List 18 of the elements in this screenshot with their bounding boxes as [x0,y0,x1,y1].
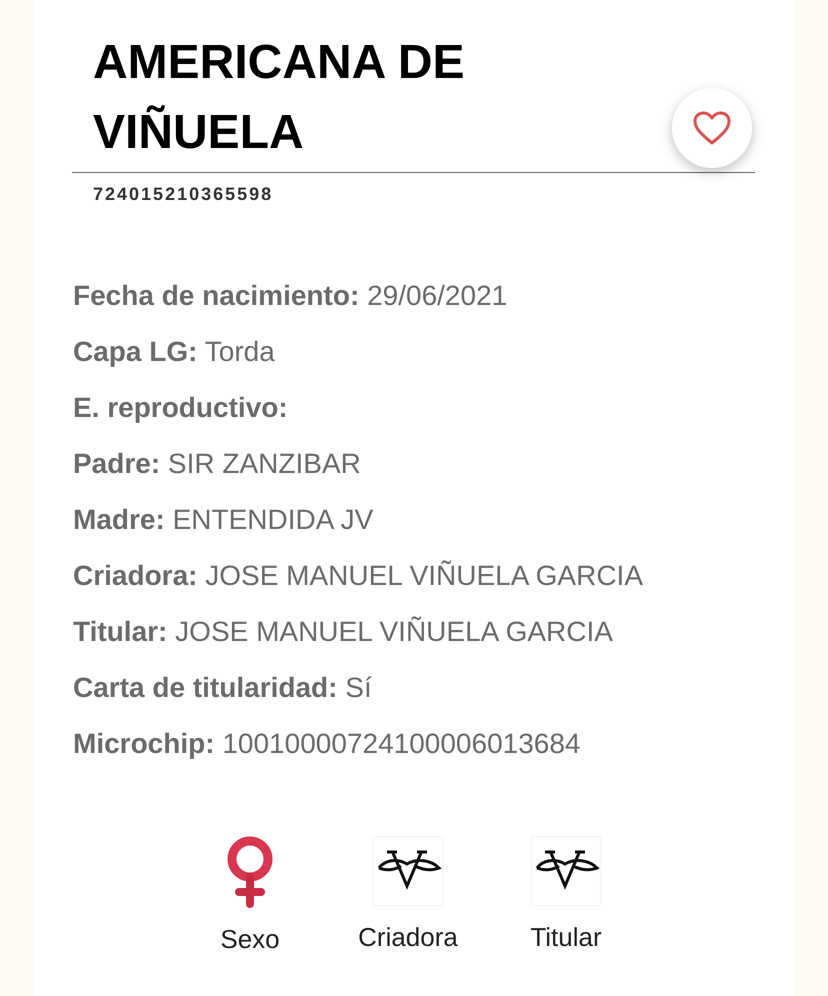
badge-label: Criadora [358,921,458,954]
field-line: Microchip: 10010000724100006013684 [73,727,582,761]
badge-label: Sexo [220,923,280,956]
badge-label: Titular [530,921,602,954]
field-line: Titular: JOSE MANUEL VIÑUELA GARCIA [73,615,614,649]
registration-number: 724015210365598 [93,183,274,206]
field-line: Madre: ENTENDIDA JV [73,503,374,537]
horns-logo-icon [373,836,443,906]
field-line: Fecha de nacimiento: 29/06/2021 [73,279,508,313]
field-line: Padre: SIR ZANZIBAR [73,447,362,481]
horns-logo-icon [531,836,601,906]
animal-name: AMERICANA DE VIÑUELA [93,35,466,161]
favorite-button[interactable] [672,88,752,168]
field-line: Carta de titularidad: Sí [73,671,373,705]
field-line: E. reproductivo: [73,391,289,425]
field-line: Capa LG: Torda [73,335,276,369]
heart-icon [692,110,732,146]
field-line: Criadora: JOSE MANUEL VIÑUELA GARCIA [73,559,644,593]
